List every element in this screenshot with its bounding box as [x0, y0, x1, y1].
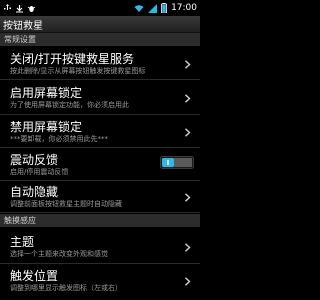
notification-icons [3, 3, 134, 13]
bug-icon [27, 5, 36, 12]
pref-summary: 选择一个主题来改变外观和感觉 [10, 250, 108, 258]
battery-icon [161, 3, 167, 13]
pref-summary: 启用/停用震动反馈 [10, 168, 69, 176]
chevron-right-icon [185, 94, 191, 103]
pref-title: 启用屏幕锁定 [10, 86, 83, 100]
pref-summary: 按此删除/显示从屏幕按钮触发按键救星图标 [10, 67, 146, 75]
section-header-general: 常规设置 [0, 33, 200, 46]
pref-title: 主题 [10, 235, 35, 249]
chevron-right-icon [185, 243, 191, 252]
pref-summary: 为了使用屏幕锁定功能，你必须启用此 [10, 101, 129, 109]
wifi-icon [134, 4, 144, 12]
section-header-label: 触摸感应 [4, 216, 36, 225]
pref-auto-hide[interactable]: 自动隐藏 调整前面板按钮救星主题时自动隐藏 [0, 182, 200, 213]
status-bar: 17:00 [0, 0, 200, 16]
chevron-right-icon [185, 193, 191, 202]
chevron-right-icon [185, 277, 191, 286]
pref-toggle-service[interactable]: 关闭/打开按键救星服务 按此删除/显示从屏幕按钮触发按键救星图标 [0, 48, 200, 80]
pref-title: 禁用屏幕锁定 [10, 120, 83, 134]
pref-title: 关闭/打开按键救星服务 [10, 52, 135, 66]
usb-icon [4, 3, 11, 10]
pref-enable-screen-lock[interactable]: 启用屏幕锁定 为了使用屏幕锁定功能，你必须启用此 [0, 82, 200, 115]
chevron-right-icon [185, 128, 191, 137]
pref-title: 自动隐藏 [10, 185, 59, 199]
signal-icon [148, 3, 158, 13]
download-icon [16, 4, 23, 12]
vibration-toggle-switch[interactable] [160, 156, 194, 169]
clock: 17:00 [171, 3, 197, 13]
section-header-label: 常规设置 [4, 35, 36, 44]
pref-theme[interactable]: 主题 选择一个主题来改变外观和感觉 [0, 230, 200, 264]
app-title: 按钮救星 [3, 20, 43, 32]
pref-trigger-position[interactable]: 触发位置 调整到哪里显示触发图标（左或右） [0, 264, 200, 300]
app-title-bar: 按钮救星 [0, 16, 200, 33]
system-status: 17:00 [134, 3, 197, 13]
pref-title: 触发位置 [10, 269, 59, 283]
pref-summary: ***要卸载，你必须禁用此先*** [10, 135, 108, 143]
pref-summary: 调整到哪里显示触发图标（左或右） [10, 284, 122, 292]
pref-vibration-feedback[interactable]: 震动反馈 启用/停用震动反馈 [0, 150, 200, 181]
section-header-touch: 触摸感应 [0, 214, 200, 227]
pref-disable-screen-lock[interactable]: 禁用屏幕锁定 ***要卸载，你必须禁用此先*** [0, 116, 200, 148]
pref-summary: 调整前面板按钮救星主题时自动隐藏 [10, 200, 122, 208]
chevron-right-icon [185, 60, 191, 69]
